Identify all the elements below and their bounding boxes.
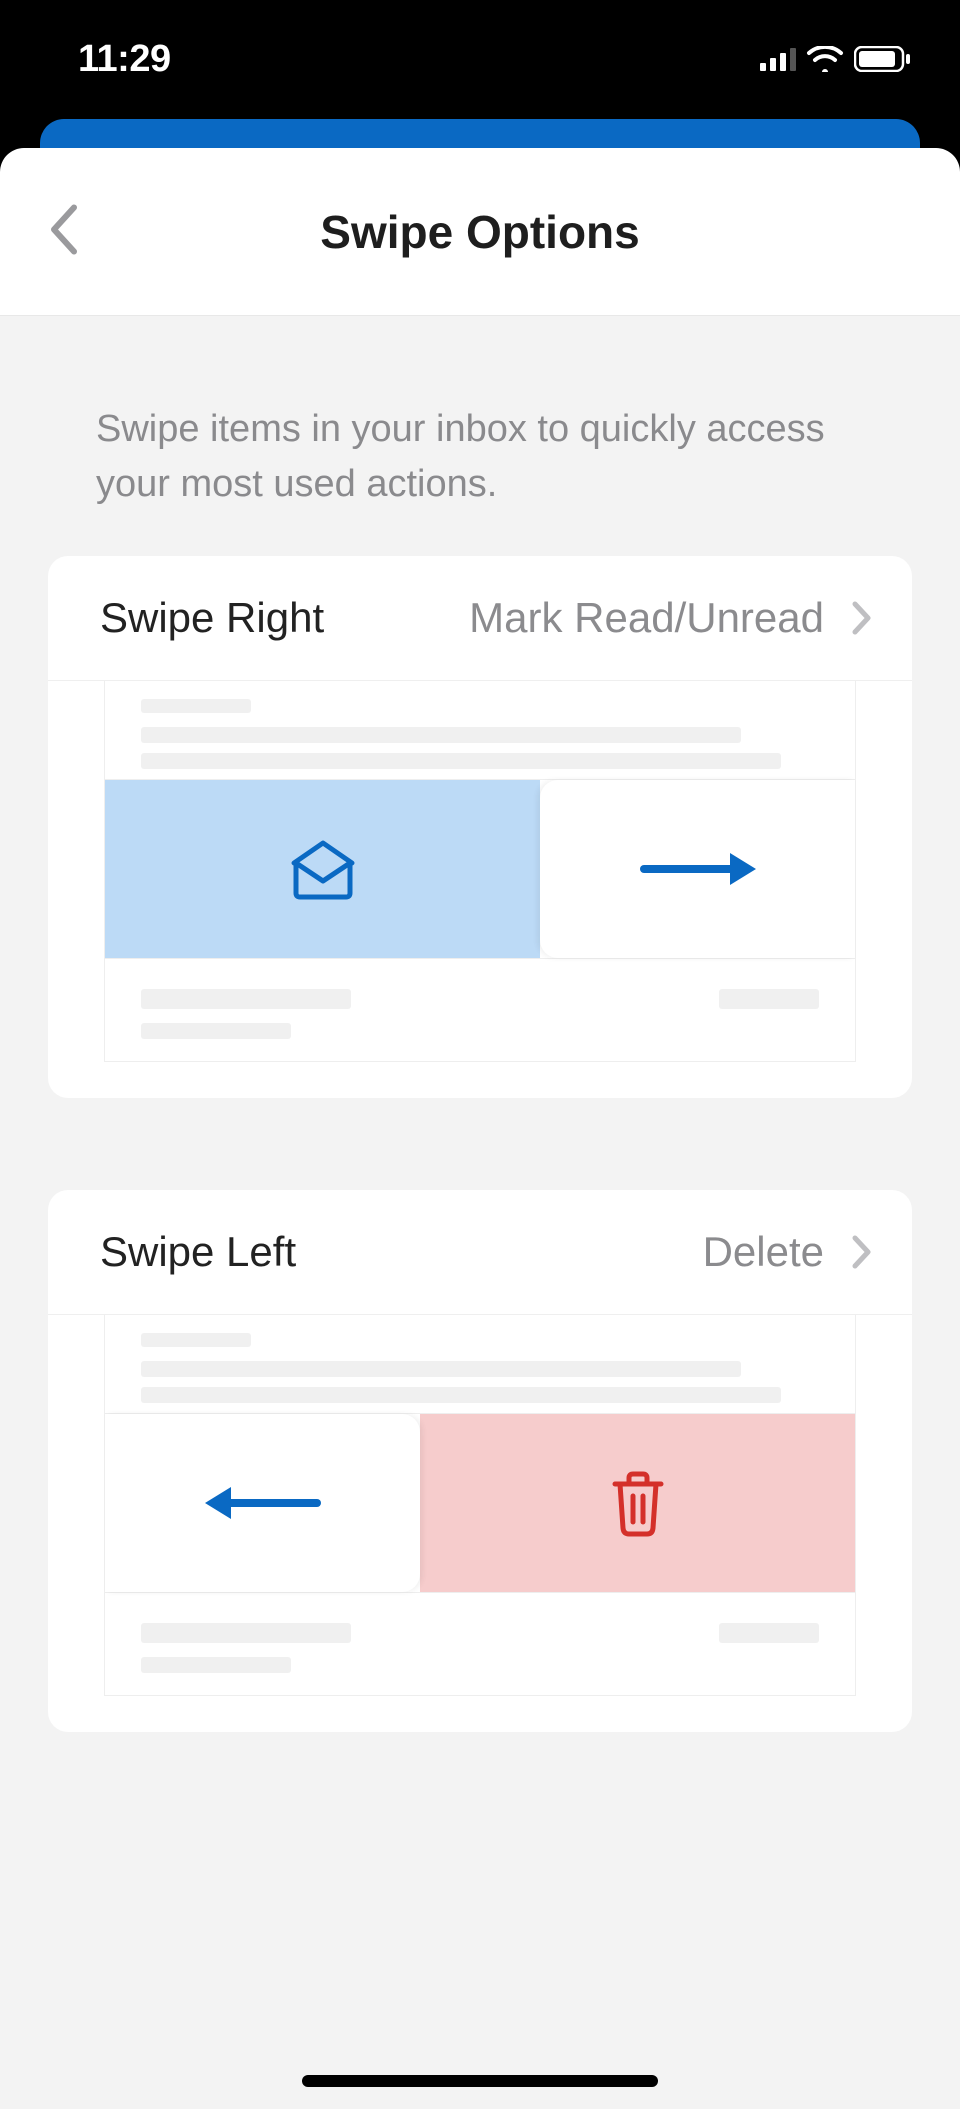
swipe-right-preview xyxy=(48,681,912,1098)
swipe-left-preview xyxy=(48,1315,912,1732)
trash-icon xyxy=(605,1468,671,1538)
swipe-right-content-area xyxy=(540,780,855,958)
arrow-left-icon xyxy=(203,1483,323,1523)
chevron-right-icon xyxy=(852,1235,872,1269)
swipe-left-label: Swipe Left xyxy=(100,1228,296,1276)
swipe-right-action-area xyxy=(105,780,540,958)
page-title: Swipe Options xyxy=(0,205,960,259)
swipe-left-action-area xyxy=(420,1414,855,1592)
chevron-left-icon xyxy=(48,203,78,255)
back-button[interactable] xyxy=(48,203,78,260)
swipe-left-card: Swipe Left Delete xyxy=(48,1190,912,1732)
status-bar: 11:29 xyxy=(0,0,960,118)
swipe-right-value: Mark Read/Unread xyxy=(469,594,824,642)
battery-icon xyxy=(854,46,912,72)
swipe-left-content-area xyxy=(105,1414,420,1592)
swipe-left-row[interactable]: Swipe Left Delete xyxy=(48,1190,912,1315)
settings-sheet: Swipe Options Swipe items in your inbox … xyxy=(0,148,960,2109)
mail-open-icon xyxy=(288,837,358,901)
wifi-icon xyxy=(806,46,844,72)
status-time: 11:29 xyxy=(78,38,171,81)
swipe-right-row[interactable]: Swipe Right Mark Read/Unread xyxy=(48,556,912,681)
status-icons xyxy=(760,46,912,72)
home-indicator[interactable] xyxy=(302,2075,658,2087)
chevron-right-icon xyxy=(852,601,872,635)
content-area: Swipe items in your inbox to quickly acc… xyxy=(0,316,960,2109)
swipe-right-card: Swipe Right Mark Read/Unread xyxy=(48,556,912,1098)
swipe-right-label: Swipe Right xyxy=(100,594,324,642)
arrow-right-icon xyxy=(638,849,758,889)
cellular-icon xyxy=(760,47,796,71)
nav-bar: Swipe Options xyxy=(0,148,960,316)
hint-text: Swipe items in your inbox to quickly acc… xyxy=(0,316,960,556)
swipe-left-value: Delete xyxy=(703,1228,824,1276)
